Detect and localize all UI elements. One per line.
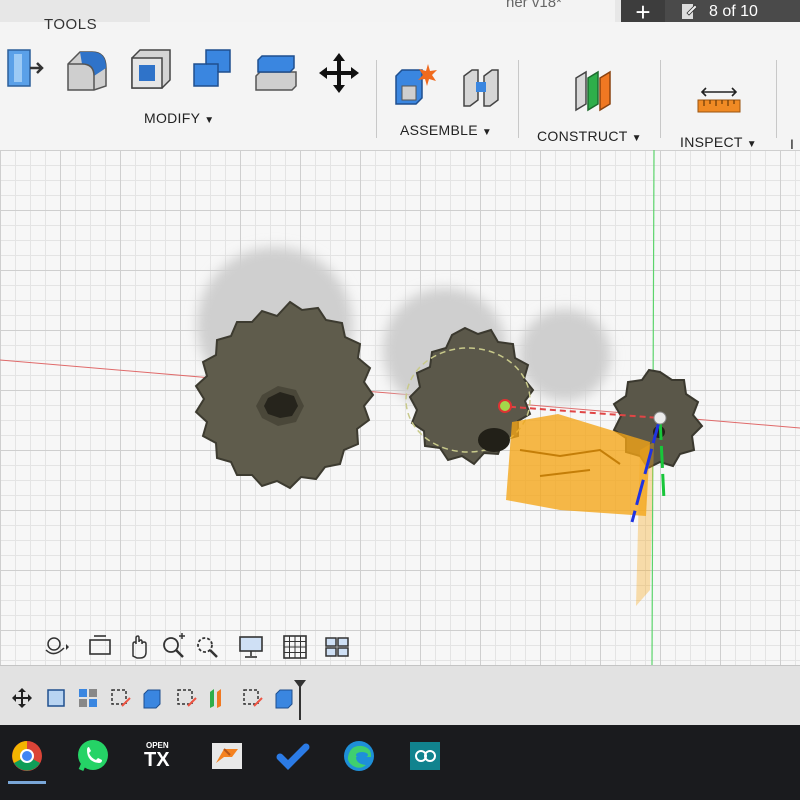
replace-face-icon[interactable]: [252, 50, 298, 96]
construct-label: CONSTRUCT: [537, 128, 628, 144]
sketch-icon[interactable]: [240, 686, 264, 710]
construct-menu[interactable]: CONSTRUCT ▼: [537, 128, 642, 144]
active-indicator: [8, 781, 46, 784]
arduino-app[interactable]: [404, 735, 446, 777]
fusion-icon: [212, 743, 242, 769]
arduino-icon: [410, 742, 440, 770]
look-at-icon[interactable]: [86, 632, 116, 662]
viewports-icon[interactable]: [322, 632, 352, 662]
move-icon[interactable]: [316, 50, 362, 96]
inspect-dropdown-icon: ▼: [746, 139, 757, 150]
design-canvas[interactable]: [0, 150, 800, 665]
grid-settings-icon[interactable]: [280, 632, 310, 662]
sketch-icon[interactable]: [108, 686, 132, 710]
combine-icon[interactable]: [190, 46, 236, 92]
joint-icon[interactable]: [458, 62, 504, 108]
modify-dropdown-icon: ▼: [204, 115, 215, 126]
offset-plane-icon[interactable]: [570, 68, 616, 114]
joint-icon[interactable]: [206, 686, 230, 710]
sketch-icon[interactable]: [174, 686, 198, 710]
edge-app[interactable]: [338, 735, 380, 777]
navigation-bar: [40, 632, 370, 668]
inspect-label: INSPECT: [680, 134, 743, 150]
todo-icon: [276, 743, 310, 770]
measure-icon[interactable]: [696, 78, 742, 124]
fusion-app[interactable]: [206, 735, 248, 777]
extrude-icon[interactable]: [272, 686, 296, 710]
inspect-menu[interactable]: INSPECT ▼: [680, 134, 757, 150]
toolbar: TOOLS MODIFY ▼ ASSEMBLE ▼ CONSTRUCT ▼ IN…: [0, 16, 800, 152]
version-counter: 8 of 10: [709, 3, 758, 20]
toolbar-divider: [518, 60, 519, 138]
sketch-icon[interactable]: [44, 686, 68, 710]
zoom-icon[interactable]: [158, 632, 188, 662]
chrome-app[interactable]: [6, 735, 48, 784]
shell-icon[interactable]: [128, 46, 174, 92]
timeline: [0, 665, 800, 726]
move-icon[interactable]: [10, 686, 34, 710]
taskbar: OPEN TX: [0, 725, 800, 800]
joint-origin-icon[interactable]: [498, 399, 512, 413]
whatsapp-icon: [78, 740, 108, 771]
extrude-icon[interactable]: [140, 686, 164, 710]
origin-point[interactable]: [653, 411, 667, 425]
gear-bore: [478, 428, 510, 452]
orbit-icon[interactable]: [40, 632, 70, 662]
new-component-icon[interactable]: [392, 62, 438, 108]
document-title: ner v18*: [506, 0, 562, 11]
modify-label: MODIFY: [144, 110, 201, 126]
todo-app[interactable]: [272, 735, 314, 777]
toolbar-divider: [660, 60, 661, 138]
assemble-label: ASSEMBLE: [400, 122, 478, 138]
document-tab[interactable]: ner v18* ✕: [150, 0, 759, 23]
screen: ner v18* ✕ + 8 of 10 TOOLS: [0, 0, 800, 800]
assemble-menu[interactable]: ASSEMBLE ▼: [400, 122, 492, 138]
chrome-icon: [12, 741, 42, 771]
selected-body-highlight[interactable]: [506, 414, 654, 606]
fit-icon[interactable]: [192, 632, 222, 662]
modify-menu[interactable]: MODIFY ▼: [144, 110, 214, 126]
toolbar-divider: [376, 60, 377, 138]
display-settings-icon[interactable]: [236, 632, 266, 662]
component-icon[interactable]: [76, 686, 100, 710]
toolbar-divider: [776, 60, 777, 138]
fillet-icon[interactable]: [64, 46, 110, 92]
whatsapp-app[interactable]: [72, 735, 114, 777]
assemble-dropdown-icon: ▼: [481, 127, 493, 138]
construct-dropdown-icon: ▼: [631, 133, 642, 144]
press-pull-icon[interactable]: [2, 44, 48, 90]
edge-icon: [344, 741, 374, 771]
document-version-icon: [682, 4, 697, 19]
timeline-marker[interactable]: [294, 680, 306, 720]
toolbar-section-title: TOOLS: [44, 16, 98, 33]
opentx-app[interactable]: OPEN TX: [140, 735, 180, 777]
gear-assembly[interactable]: [0, 150, 800, 665]
pan-icon[interactable]: [124, 632, 154, 662]
opentx-label-main: TX: [144, 749, 170, 771]
